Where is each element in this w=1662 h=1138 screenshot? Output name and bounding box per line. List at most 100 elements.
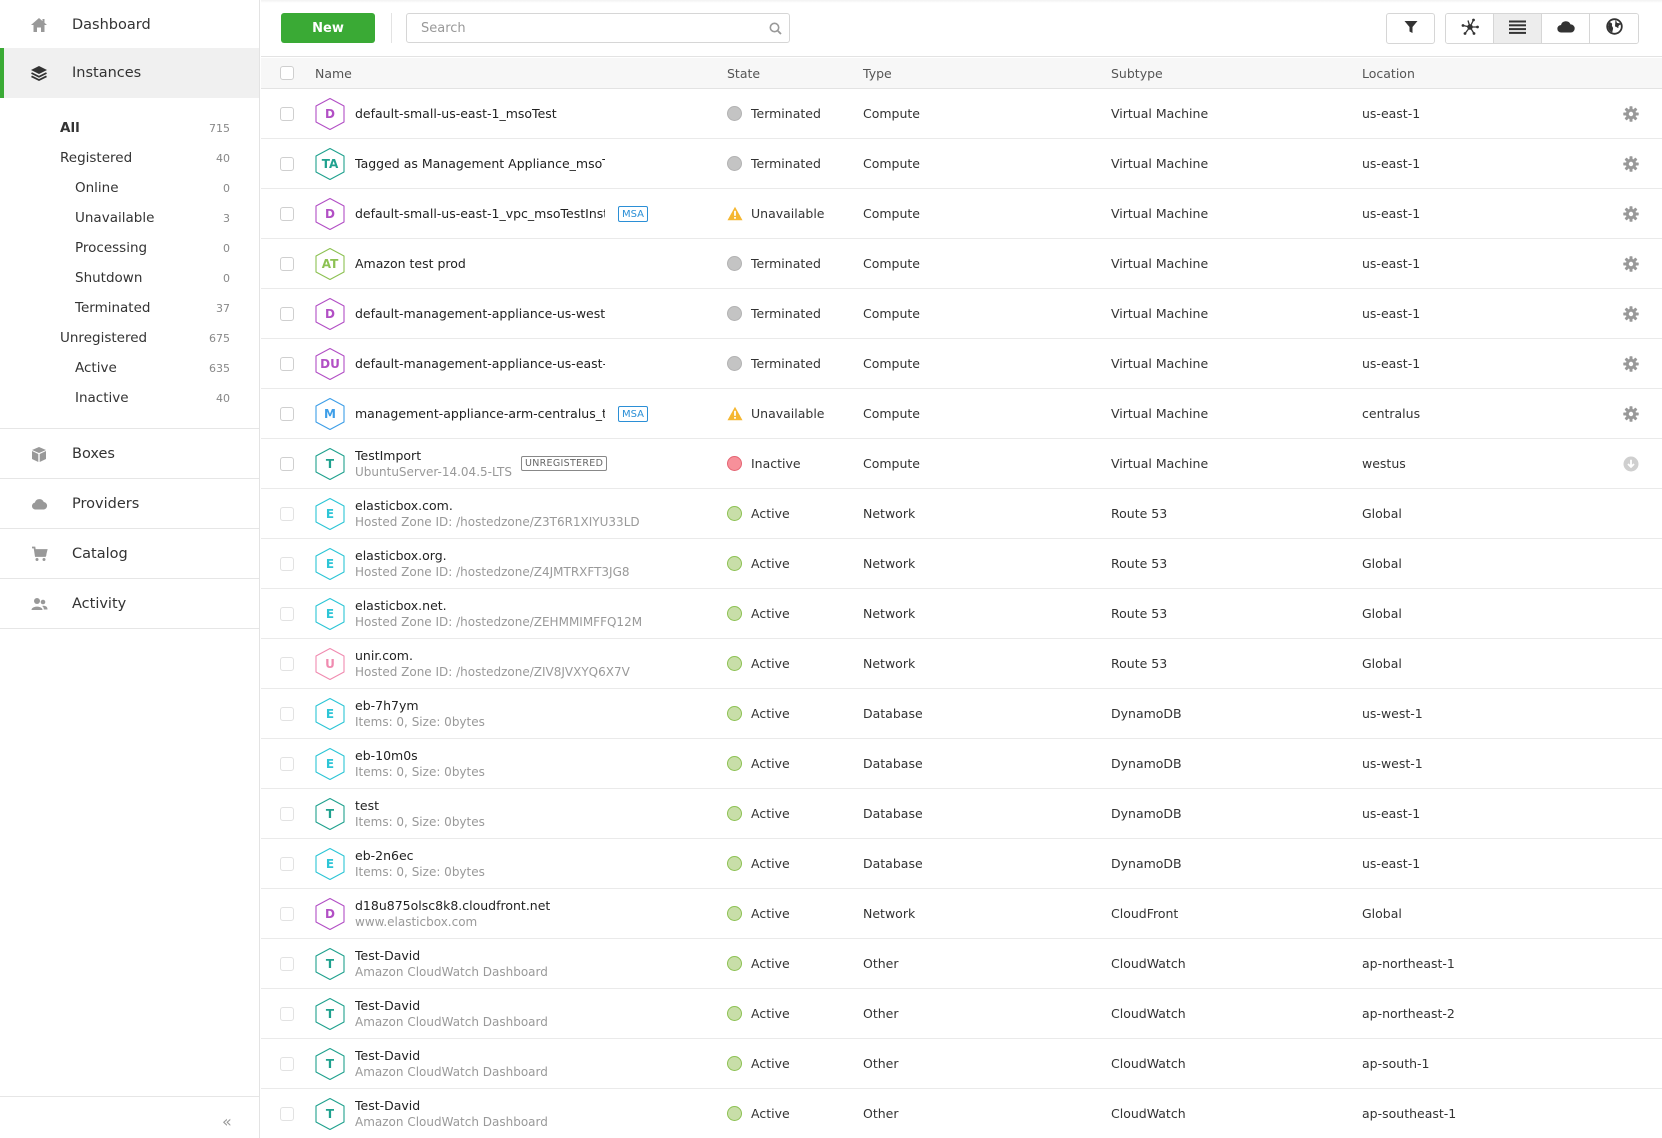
row-checkbox[interactable] (280, 656, 294, 671)
row-checkbox[interactable] (280, 1106, 294, 1121)
instance-name[interactable]: Test-David (355, 998, 605, 1013)
row-checkbox[interactable] (280, 856, 294, 871)
instance-name[interactable]: elasticbox.com. (355, 498, 605, 513)
table-row[interactable]: Eeb-7h7ym Items: 0, Size: 0bytes Active Dat… (261, 689, 1662, 739)
filter-unregistered[interactable]: Unregistered 675 (60, 326, 230, 350)
table-row[interactable]: Dd18u875olsc8k8.cloudfront.net www.elasti… (261, 889, 1662, 939)
row-checkbox[interactable] (280, 956, 294, 971)
instance-name[interactable]: management-appliance-arm-centralus_test (355, 406, 605, 421)
row-checkbox[interactable] (280, 806, 294, 821)
collapse-sidebar-button[interactable]: « (222, 1112, 232, 1131)
search-input[interactable] (407, 14, 761, 42)
import-button[interactable] (1620, 439, 1642, 488)
nav-instances[interactable]: Instances (0, 48, 259, 98)
row-checkbox[interactable] (280, 106, 294, 121)
filter-online[interactable]: Online 0 (75, 176, 230, 200)
row-checkbox[interactable] (280, 456, 294, 471)
row-checkbox[interactable] (280, 606, 294, 621)
nav-boxes[interactable]: Boxes (0, 429, 259, 479)
row-checkbox[interactable] (280, 506, 294, 521)
table-row[interactable]: Ddefault-small-us-east-1_vpc_msoTestInst… (261, 189, 1662, 239)
filter-button[interactable] (1386, 13, 1435, 44)
instance-name[interactable]: Test-David (355, 948, 605, 963)
filter-terminated[interactable]: Terminated 37 (75, 296, 230, 320)
filter-processing[interactable]: Processing 0 (75, 236, 230, 260)
table-row[interactable]: AT Amazon test prod Terminated Compute Virtu… (261, 239, 1662, 289)
row-checkbox[interactable] (280, 356, 294, 371)
instance-name[interactable]: default-small-us-east-1_vpc_msoTestInsta… (355, 206, 605, 221)
instance-name[interactable]: d18u875olsc8k8.cloudfront.net (355, 898, 605, 913)
instance-name[interactable]: unir.com. (355, 648, 605, 663)
settings-button[interactable] (1620, 89, 1642, 138)
select-all-checkbox[interactable] (280, 66, 294, 80)
table-row[interactable]: Ddefault-management-appliance-us-west-1 T… (261, 289, 1662, 339)
column-name[interactable]: Name (315, 58, 352, 88)
table-row[interactable]: Eeb-10m0s Items: 0, Size: 0bytes Active Dat… (261, 739, 1662, 789)
settings-button[interactable] (1620, 339, 1642, 388)
table-row[interactable]: Uunir.com. Hosted Zone ID: /hostedzone/ZI… (261, 639, 1662, 689)
filter-inactive[interactable]: Inactive 40 (75, 386, 230, 410)
table-row[interactable]: Ttest Items: 0, Size: 0bytes Active Databas… (261, 789, 1662, 839)
table-row[interactable]: T Test-David Amazon CloudWatch Dashboard Ac… (261, 1039, 1662, 1089)
instance-name[interactable]: test (355, 798, 605, 813)
table-row[interactable]: Eelasticbox.org. Hosted Zone ID: /hostedz… (261, 539, 1662, 589)
row-checkbox[interactable] (280, 1006, 294, 1021)
settings-button[interactable] (1620, 189, 1642, 238)
row-checkbox[interactable] (280, 706, 294, 721)
filter-shutdown[interactable]: Shutdown 0 (75, 266, 230, 290)
globe-view-button[interactable] (1590, 14, 1638, 43)
column-type[interactable]: Type (863, 58, 892, 88)
table-row[interactable]: T Test-David Amazon CloudWatch Dashboard Ac… (261, 939, 1662, 989)
nav-providers[interactable]: Providers (0, 479, 259, 529)
new-button[interactable]: New (281, 13, 375, 43)
column-subtype[interactable]: Subtype (1111, 58, 1163, 88)
settings-button[interactable] (1620, 289, 1642, 338)
row-checkbox[interactable] (280, 206, 294, 221)
instance-name[interactable]: eb-7h7ym (355, 698, 605, 713)
row-checkbox[interactable] (280, 406, 294, 421)
row-checkbox[interactable] (280, 256, 294, 271)
row-checkbox[interactable] (280, 756, 294, 771)
settings-button[interactable] (1620, 389, 1642, 438)
instance-name[interactable]: eb-10m0s (355, 748, 605, 763)
table-row[interactable]: Eelasticbox.com. Hosted Zone ID: /hostedz… (261, 489, 1662, 539)
table-row[interactable]: T Test-David Amazon CloudWatch Dashboard Ac… (261, 1089, 1662, 1138)
filter-all[interactable]: All 715 (60, 116, 230, 140)
settings-button[interactable] (1620, 239, 1642, 288)
filter-unavailable[interactable]: Unavailable 3 (75, 206, 230, 230)
instance-name[interactable]: Tagged as Management Appliance_msoTest (355, 156, 605, 171)
instance-name[interactable]: default-management-appliance-us-west-1 (355, 306, 605, 321)
nav-catalog[interactable]: Catalog (0, 529, 259, 579)
instance-name[interactable]: Amazon test prod (355, 256, 605, 271)
instance-name[interactable]: default-management-appliance-us-east-1 u (355, 356, 605, 371)
table-row[interactable]: Eeb-2n6ec Items: 0, Size: 0bytes Active Dat… (261, 839, 1662, 889)
instance-name[interactable]: Test-David (355, 1098, 605, 1113)
instance-name[interactable]: eb-2n6ec (355, 848, 605, 863)
row-checkbox[interactable] (280, 156, 294, 171)
table-row[interactable]: T TestImport UbuntuServer-14.04.5-LTS UNREG… (261, 439, 1662, 489)
table-row[interactable]: T Test-David Amazon CloudWatch Dashboard Ac… (261, 989, 1662, 1039)
table-row[interactable]: Eelasticbox.net. Hosted Zone ID: /hostedz… (261, 589, 1662, 639)
instance-name[interactable]: elasticbox.net. (355, 598, 605, 613)
nav-activity[interactable]: Activity (0, 579, 259, 629)
column-state[interactable]: State (727, 58, 760, 88)
nav-dashboard[interactable]: Dashboard (0, 0, 259, 50)
table-row[interactable]: Mmanagement-appliance-arm-centralus_test… (261, 389, 1662, 439)
cloud-view-button[interactable] (1542, 14, 1590, 43)
table-row[interactable]: Ddefault-small-us-east-1_msoTest Terminat… (261, 89, 1662, 139)
table-row[interactable]: DU default-management-appliance-us-east-1… (261, 339, 1662, 389)
instance-name[interactable]: default-small-us-east-1_msoTest (355, 106, 605, 121)
search-icon[interactable] (761, 22, 789, 35)
instance-name[interactable]: Test-David (355, 1048, 605, 1063)
filter-registered[interactable]: Registered 40 (60, 146, 230, 170)
column-location[interactable]: Location (1362, 58, 1415, 88)
row-checkbox[interactable] (280, 306, 294, 321)
list-view-button[interactable] (1494, 14, 1542, 43)
graph-view-button[interactable] (1446, 14, 1494, 43)
row-checkbox[interactable] (280, 906, 294, 921)
table-row[interactable]: TA Tagged as Management Appliance_msoTest… (261, 139, 1662, 189)
filter-active[interactable]: Active 635 (75, 356, 230, 380)
settings-button[interactable] (1620, 139, 1642, 188)
row-checkbox[interactable] (280, 556, 294, 571)
row-checkbox[interactable] (280, 1056, 294, 1071)
